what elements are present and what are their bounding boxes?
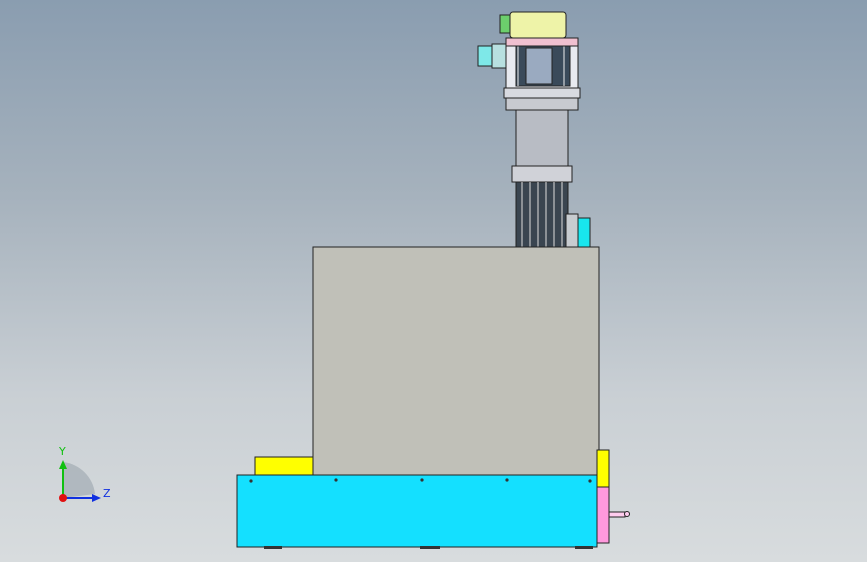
servo-motor <box>477 11 591 249</box>
main-housing <box>312 246 600 476</box>
motor-adapter <box>505 97 579 111</box>
cyan-side-block <box>577 217 591 249</box>
motor-column <box>515 109 569 169</box>
motor-encoder-ring <box>509 11 567 39</box>
column-lower <box>515 181 569 249</box>
pink-block <box>596 486 610 544</box>
foot-2 <box>420 546 440 549</box>
orientation-triad[interactable]: Y Z <box>58 445 111 502</box>
yellow-block-left <box>254 456 314 476</box>
motor-connector-body <box>491 43 507 69</box>
z-axis-arrow-icon <box>92 494 101 502</box>
cad-model-drawing: Y Z <box>58 11 630 549</box>
column-clamp <box>511 165 573 183</box>
side-bracket <box>565 213 579 249</box>
motor-flange <box>503 87 581 99</box>
base-plate <box>236 474 598 548</box>
cad-viewport[interactable]: Y Z <box>0 0 867 562</box>
motor-window <box>525 47 553 85</box>
y-axis-label: Y <box>58 445 66 458</box>
triad-plane <box>63 462 95 498</box>
foot-3 <box>575 546 593 549</box>
foot-1 <box>264 546 282 549</box>
yellow-block-right <box>596 449 610 489</box>
x-axis-dot-icon <box>59 494 67 502</box>
pink-pin <box>608 511 626 518</box>
z-axis-label: Z <box>103 487 111 500</box>
motor-top-cap <box>505 37 579 47</box>
